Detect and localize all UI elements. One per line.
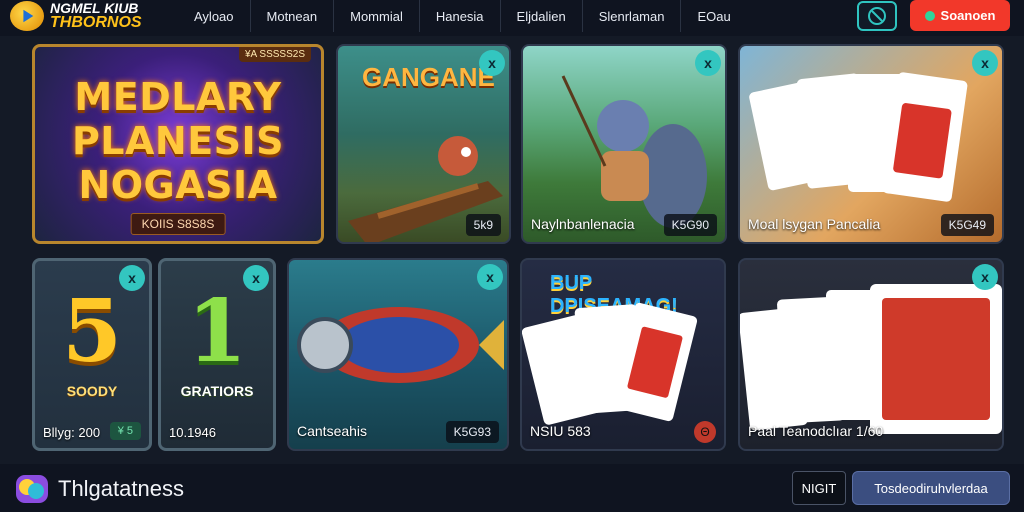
logo-line-1: NGMEL KIUB: [50, 0, 139, 16]
game-card-one[interactable]: 1 GRATIORS x 10.1946: [158, 258, 276, 451]
site-logo[interactable]: NGMEL KIUB THBORNOS: [10, 0, 142, 32]
nav-item-3[interactable]: Mommial: [334, 0, 420, 32]
game-card-pack[interactable]: x Paal Teanodclıar 1/60: [738, 258, 1004, 451]
nav-item-6[interactable]: Slenrlaman: [583, 0, 682, 32]
play-icon: [10, 1, 44, 31]
game-card-fisher[interactable]: x Naylnbanlenacia K5G90: [521, 44, 727, 244]
game-card-hero[interactable]: ¥A SSSSS2S MEDLARY PLANESIS NOGASIA KOIIS …: [32, 44, 324, 244]
fisher-value: K5G90: [663, 214, 717, 236]
bottom-bar: Thlgatatness NIGIT Tosdeodiruhvlerdaa: [0, 464, 1024, 512]
one-label: GRATIORS: [180, 383, 254, 399]
five-label: SOODY: [66, 383, 118, 399]
five-number: 5: [62, 281, 122, 382]
nav-item-1[interactable]: Ayloao: [178, 0, 251, 32]
game-card-five[interactable]: 5 SOODY x Bllyg: 200 ¥ 5: [32, 258, 152, 451]
can-value: K5G93: [445, 421, 499, 443]
signup-button[interactable]: Soanoen: [910, 0, 1010, 31]
logo-line-2: THBORNOS: [50, 14, 142, 31]
close-icon[interactable]: x: [119, 265, 145, 291]
close-icon[interactable]: x: [972, 264, 998, 290]
can-caption: Cantseahis: [297, 423, 368, 439]
status-dot-icon: [924, 10, 935, 21]
hero-title: MEDLARY PLANESIS NOGASIA: [71, 75, 285, 207]
night-button[interactable]: NIGIT: [792, 471, 846, 505]
cards-caption: Moal lsygan Pancalia: [748, 216, 881, 232]
close-icon[interactable]: x: [477, 264, 503, 290]
hero-corner-tag: ¥A SSSSS2S: [238, 47, 311, 62]
top-bar: NGMEL KIUB THBORNOS Ayloao Motnean Mommi…: [0, 0, 1024, 36]
five-caption: Bllyg: 200: [43, 425, 101, 440]
five-value: ¥ 5: [109, 422, 141, 440]
one-caption: 10.1946: [169, 425, 216, 440]
close-icon[interactable]: x: [695, 50, 721, 76]
game-card-canoe[interactable]: GANGANE x 5k9: [336, 44, 511, 244]
brand-name: Thlgatatness: [58, 476, 184, 501]
close-icon[interactable]: x: [479, 50, 505, 76]
game-card-cards[interactable]: x Moal lsygan Pancalia K5G49: [738, 44, 1004, 244]
close-icon[interactable]: x: [243, 265, 269, 291]
game-card-can[interactable]: x Cantseahis K5G93: [287, 258, 509, 451]
compass-icon: [868, 7, 886, 25]
fisher-caption: Naylnbanlenacia: [531, 216, 635, 232]
pack-caption: Paal Teanodclıar 1/60: [748, 423, 884, 439]
royal-caption: NSIU 583: [530, 423, 591, 439]
primary-button[interactable]: Tosdeodiruhvlerdaa: [852, 471, 1010, 505]
cards-value: K5G49: [940, 214, 994, 236]
canoe-value: 5k9: [465, 214, 501, 236]
close-icon[interactable]: x: [972, 50, 998, 76]
nav-item-5[interactable]: Eljdalien: [501, 0, 583, 32]
game-card-royal[interactable]: BUP DPISEAMAG! NSIU 583 Θ: [520, 258, 726, 451]
nav-item-4[interactable]: Hanesia: [420, 0, 501, 32]
hero-badge: KOIIS S8S8S: [130, 213, 226, 235]
nav-item-2[interactable]: Motnean: [251, 0, 335, 32]
royal-value: Θ: [694, 421, 716, 443]
main-nav: Ayloao Motnean Mommial Hanesia Eljdalien…: [178, 0, 747, 32]
one-number: 1: [187, 281, 247, 382]
nav-item-7[interactable]: EOau: [681, 0, 746, 32]
signup-label: Soanoen: [940, 8, 996, 23]
toggle-button[interactable]: [857, 1, 897, 31]
brand-icon: [16, 475, 48, 503]
